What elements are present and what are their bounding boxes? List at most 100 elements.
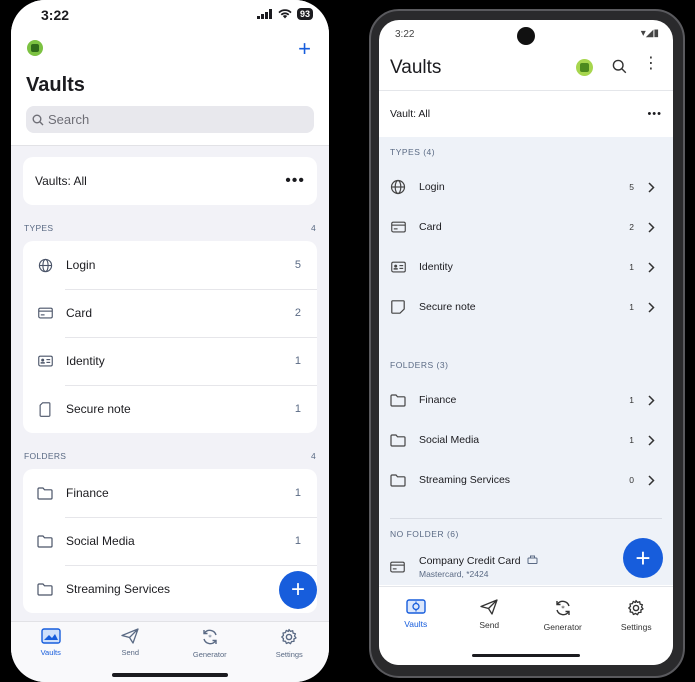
row-label: Card	[419, 221, 442, 233]
more-options-button[interactable]: •••	[647, 108, 662, 120]
types-heading: TYPES	[24, 223, 54, 233]
organization-icon	[527, 555, 538, 564]
types-count: 4	[310, 223, 316, 233]
ios-status-bar: 3:22 93	[11, 0, 329, 32]
android-bottom-nav: Vaults Send * Generator Settings	[379, 586, 673, 665]
search-placeholder: Search	[48, 112, 90, 127]
ios-header: + Vaults Search	[11, 32, 329, 146]
wifi-icon	[278, 9, 292, 19]
status-icons: ▾◢▮	[640, 28, 659, 39]
type-row-card[interactable]: Card 2	[23, 289, 317, 337]
type-row-login[interactable]: Login 5	[379, 167, 673, 207]
row-count: 1	[629, 302, 634, 312]
tab-label: Send	[121, 648, 140, 657]
types-list: Login 5 Card 2 Identity 1 Secure note 1	[23, 241, 317, 433]
vault-filter[interactable]: Vaults: All •••	[23, 157, 317, 205]
tab-vaults[interactable]: Vaults	[11, 622, 91, 682]
folders-heading: FOLDERS (3)	[390, 360, 449, 370]
gesture-bar	[472, 654, 580, 657]
card-icon	[390, 219, 406, 235]
chevron-right-icon	[648, 434, 655, 446]
folder-row-streaming-services[interactable]: Streaming Services 0	[379, 460, 673, 500]
add-fab-button[interactable]: +	[279, 571, 317, 609]
tab-label: Generator	[192, 650, 227, 659]
account-avatar[interactable]	[576, 59, 593, 76]
tab-vaults[interactable]: Vaults	[379, 587, 453, 665]
add-fab-button[interactable]: +	[623, 538, 663, 578]
chevron-right-icon	[648, 394, 655, 406]
signal-icon	[256, 9, 272, 19]
ios-device-screen: 3:22 93 + Vaults Search Vaults: All ••• …	[11, 0, 329, 682]
type-row-login[interactable]: Login 5	[23, 241, 317, 289]
chevron-right-icon	[648, 474, 655, 486]
id-card-icon	[37, 353, 53, 369]
search-input[interactable]: Search	[26, 106, 314, 133]
folder-row-finance[interactable]: Finance 1	[23, 469, 317, 517]
chevron-right-icon	[648, 261, 655, 273]
vault-list: TYPES (4) Login 5 Card 2 Identity 1 Secu…	[379, 137, 673, 585]
generator-icon: *	[203, 629, 217, 645]
row-label: Login	[419, 181, 445, 193]
tab-settings[interactable]: Settings	[250, 622, 330, 682]
folder-row-social-media[interactable]: Social Media 1	[23, 517, 317, 565]
gear-icon	[628, 599, 644, 616]
folders-heading: FOLDERS	[24, 451, 67, 461]
item-title: Company Credit Card	[419, 555, 521, 567]
row-label: Streaming Services	[66, 582, 171, 596]
tab-label: Settings	[275, 650, 303, 659]
send-icon	[480, 599, 498, 615]
tab-settings[interactable]: Settings	[600, 587, 674, 665]
vault-filter[interactable]: Vault: All •••	[379, 90, 673, 137]
row-count: 1	[294, 535, 301, 547]
page-title: Vaults	[390, 57, 442, 78]
row-label: Streaming Services	[419, 474, 511, 486]
id-card-icon	[390, 259, 406, 275]
folders-count: 4	[310, 451, 316, 461]
type-row-identity[interactable]: Identity 1	[23, 337, 317, 385]
vault-icon	[41, 628, 61, 644]
card-icon	[37, 305, 53, 321]
row-count: 1	[294, 403, 301, 415]
type-row-identity[interactable]: Identity 1	[379, 247, 673, 287]
status-time: 3:22	[395, 29, 415, 40]
row-label: Finance	[419, 394, 457, 406]
globe-icon	[390, 179, 406, 195]
folder-row-finance[interactable]: Finance 1	[379, 380, 673, 420]
row-count: 2	[629, 222, 634, 232]
overflow-menu-icon[interactable]: ⋮	[643, 56, 659, 72]
search-icon[interactable]	[612, 59, 627, 74]
tab-label: Generator	[543, 622, 582, 632]
types-section-header: TYPES 4	[11, 223, 329, 233]
folder-icon	[37, 485, 53, 501]
camera-cutout	[517, 27, 535, 45]
type-row-card[interactable]: Card 2	[379, 207, 673, 247]
row-count: 2	[294, 307, 301, 319]
folder-icon	[390, 472, 406, 488]
folders-section-header: FOLDERS 4	[11, 451, 329, 461]
svg-text:*: *	[561, 605, 565, 613]
type-row-secure-note[interactable]: Secure note 1	[379, 287, 673, 327]
add-item-button[interactable]: +	[298, 36, 311, 62]
tab-label: Vaults	[404, 619, 428, 629]
type-row-secure-note[interactable]: Secure note 1	[23, 385, 317, 433]
row-label: Social Media	[419, 434, 480, 446]
row-count: 0	[629, 475, 634, 485]
row-count: 1	[629, 395, 634, 405]
more-options-button[interactable]: •••	[285, 172, 305, 190]
row-count: 5	[294, 259, 301, 271]
folder-row-streaming-services[interactable]: Streaming Services	[23, 565, 317, 613]
vault-filter-label: Vault: All	[390, 108, 431, 120]
row-label: Identity	[66, 354, 105, 368]
android-status-bar: 3:22 ▾◢▮	[379, 20, 673, 50]
row-count: 5	[629, 182, 634, 192]
tab-label: Send	[479, 620, 500, 630]
account-avatar[interactable]	[27, 40, 43, 56]
tab-label: Vaults	[40, 648, 61, 657]
send-icon	[121, 628, 139, 644]
types-heading: TYPES (4)	[390, 147, 436, 157]
folder-row-social-media[interactable]: Social Media 1	[379, 420, 673, 460]
generator-icon: *	[556, 600, 570, 616]
row-count: 1	[629, 435, 634, 445]
row-label: Secure note	[419, 301, 476, 313]
row-label: Identity	[419, 261, 453, 273]
